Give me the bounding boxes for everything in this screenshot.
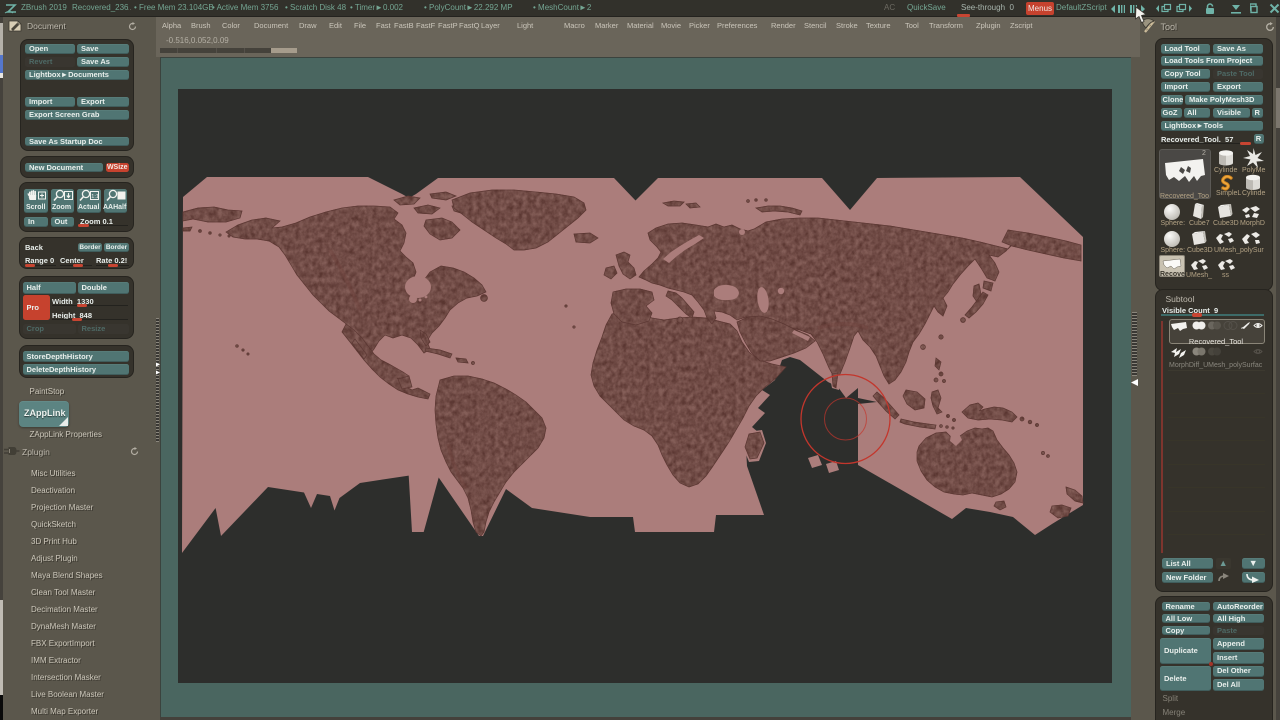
svg-text:1:1: 1:1 (91, 194, 99, 200)
